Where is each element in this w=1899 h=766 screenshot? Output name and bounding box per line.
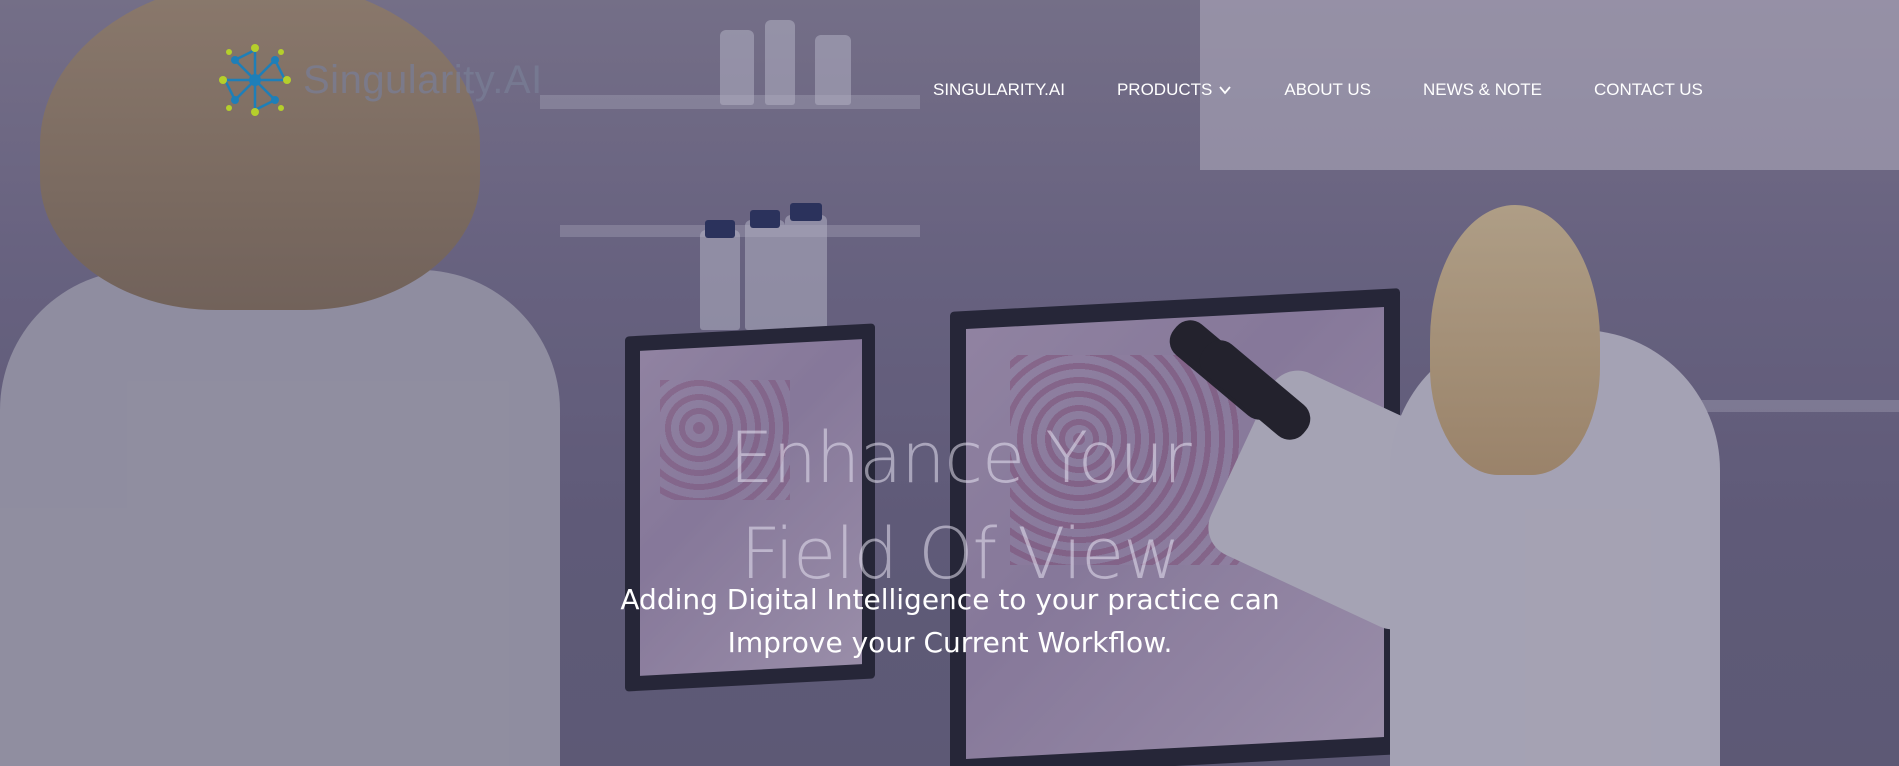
site-header: Singularity.AI SINGULARITY.AI PRODUCTS A… bbox=[0, 0, 1899, 180]
hero-subheadline-line1: Adding Digital Intelligence to your prac… bbox=[620, 583, 1280, 616]
nav-item-news-note[interactable]: NEWS & NOTE bbox=[1423, 80, 1542, 100]
site-logo[interactable]: Singularity.AI bbox=[215, 40, 543, 120]
nav-item-label: NEWS & NOTE bbox=[1422, 80, 1542, 99]
nav-item-products[interactable]: PRODUCTS bbox=[1117, 80, 1232, 100]
nav-item-label: CONTACT US bbox=[1593, 80, 1703, 99]
hero-subheadline: Adding Digital Intelligence to your prac… bbox=[600, 578, 1300, 664]
hero-section: Singularity.AI SINGULARITY.AI PRODUCTS A… bbox=[0, 0, 1899, 766]
nav-item-singularity[interactable]: SINGULARITY.AI bbox=[933, 80, 1065, 100]
nav-item-contact-us[interactable]: CONTACT US bbox=[1594, 80, 1703, 100]
hero-subheadline-line2: Improve your Current Workflow. bbox=[727, 626, 1173, 659]
nav-item-label: ABOUT US bbox=[1284, 80, 1371, 99]
main-nav: SINGULARITY.AI PRODUCTS ABOUT US NEWS & … bbox=[933, 80, 1703, 100]
chevron-down-icon bbox=[1219, 86, 1232, 95]
logo-network-icon bbox=[219, 44, 291, 116]
hero-headline: Enhance Your Field Of View bbox=[650, 410, 1270, 602]
nav-item-about-us[interactable]: ABOUT US bbox=[1284, 80, 1371, 100]
nav-item-label: SINGULARITY.AI bbox=[933, 80, 1065, 99]
nav-item-label: PRODUCTS bbox=[1116, 80, 1213, 99]
hero-headline-line1: Enhance Your bbox=[729, 417, 1191, 499]
logo-wordmark: Singularity.AI bbox=[303, 57, 543, 102]
